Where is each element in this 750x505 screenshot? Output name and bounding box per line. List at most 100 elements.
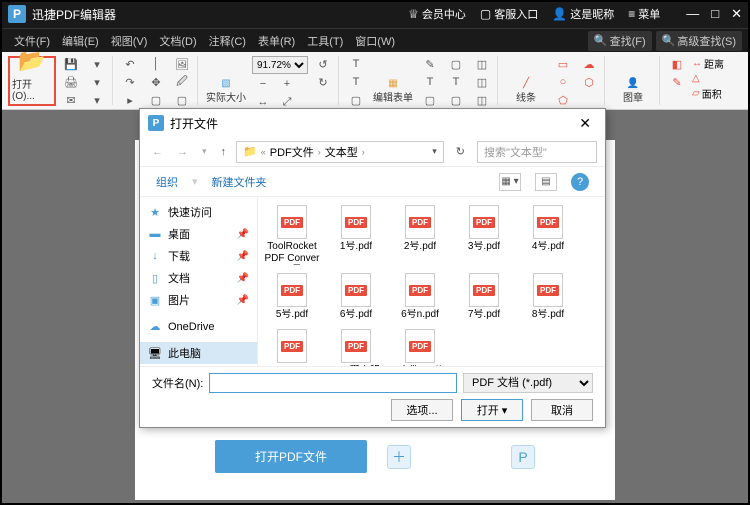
file-item[interactable]: PDFToolRocket PDF Converter_6号_Ge... — [262, 203, 322, 267]
menu-window[interactable]: 窗口(W) — [349, 33, 401, 49]
dialog-open-button[interactable]: 打开 ▾ — [461, 399, 523, 421]
file-item[interactable]: PDF8号.pdf — [518, 271, 578, 323]
new-folder-button[interactable]: 新建文件夹 — [212, 174, 267, 190]
tool-btn-b[interactable]: ▾ — [86, 74, 108, 90]
tool-btn-c[interactable]: ▾ — [86, 92, 108, 108]
save-button[interactable]: 💾 — [60, 56, 82, 72]
rotate-right-button[interactable]: ↻ — [312, 74, 334, 90]
file-item[interactable]: PDF文件1.pdf — [390, 327, 450, 366]
draw-button[interactable]: ✎ — [666, 74, 688, 90]
dialog-cancel-button[interactable]: 取消 — [531, 399, 593, 421]
nickname-link[interactable]: 👤这是昵称 — [552, 6, 614, 22]
redo-button[interactable]: ↷ — [119, 74, 141, 90]
annot-b[interactable]: T — [419, 74, 441, 90]
undo-button[interactable]: ↶ — [119, 56, 141, 72]
filetype-select[interactable]: PDF 文档 (*.pdf) — [463, 373, 593, 393]
file-item[interactable]: PDFPDFsam_merge.pdf — [262, 327, 322, 366]
annot-i[interactable]: ◫ — [471, 92, 493, 108]
breadcrumb[interactable]: 📁 « PDF文件 › 文本型 › ▾ — [236, 141, 444, 163]
p-button[interactable]: P — [511, 445, 535, 469]
tool-g[interactable]: ▢ — [145, 92, 167, 108]
annot-f[interactable]: ▢ — [445, 92, 467, 108]
file-item[interactable]: PDF1号.pdf — [326, 203, 386, 267]
advanced-find-button[interactable]: 🔍高级查找(S) — [656, 31, 742, 51]
tool-d[interactable]: ▸ — [119, 92, 141, 108]
add-button[interactable]: ＋ — [387, 445, 411, 469]
file-item[interactable]: PDF6号n.pdf — [390, 271, 450, 323]
file-item[interactable]: PDF4号.pdf — [518, 203, 578, 267]
menu-view[interactable]: 视图(V) — [105, 33, 154, 49]
sidebar-documents[interactable]: ▯文档📌 — [140, 267, 257, 289]
file-item[interactable]: PDF7号.pdf — [454, 271, 514, 323]
annot-a[interactable]: ✎ — [419, 56, 441, 72]
find-button[interactable]: 🔍查找(F) — [588, 31, 652, 51]
nav-dropdown[interactable]: ▾ — [198, 146, 211, 157]
shape-rect[interactable]: ▭ — [552, 56, 574, 72]
text-tool-a[interactable]: T — [345, 56, 367, 72]
tool-btn-a[interactable]: ▾ — [86, 56, 108, 72]
sidebar-quick-access[interactable]: ★快速访问 — [140, 201, 257, 223]
rotate-left-button[interactable]: ↺ — [312, 56, 334, 72]
zoom-out-button[interactable]: − — [252, 76, 274, 92]
shape-x[interactable]: ⬡ — [578, 74, 600, 90]
mail-button[interactable]: ✉ — [60, 92, 82, 108]
sidebar-desktop[interactable]: ▬桌面📌 — [140, 223, 257, 245]
tool-f[interactable]: ✥ — [145, 74, 167, 90]
shape-cloud[interactable]: ☁ — [578, 56, 600, 72]
file-item[interactable]: PDF6号.pdf — [326, 271, 386, 323]
sidebar-onedrive[interactable]: ☁OneDrive — [140, 317, 257, 336]
chevron-down-icon[interactable]: ▾ — [432, 146, 437, 157]
tool-h[interactable]: 🖼 — [171, 56, 193, 72]
shape-poly[interactable]: ⬠ — [552, 92, 574, 108]
lines-button[interactable]: ╱ 线条 — [504, 56, 548, 106]
sidebar-downloads[interactable]: ↓下载📌 — [140, 245, 257, 267]
organize-button[interactable]: 组织 — [156, 174, 178, 190]
annot-c[interactable]: ▢ — [419, 92, 441, 108]
sidebar-thispc[interactable]: 🖥此电脑 — [140, 342, 257, 364]
refresh-button[interactable]: ↻ — [450, 145, 471, 158]
filename-input[interactable] — [209, 373, 457, 393]
options-button[interactable]: 选项... — [391, 399, 453, 421]
dialog-close-button[interactable]: ✕ — [573, 115, 597, 132]
annot-e[interactable]: T — [445, 74, 467, 90]
nav-up-button[interactable]: ↑ — [217, 146, 231, 158]
annot-g[interactable]: ◫ — [471, 56, 493, 72]
annot-d[interactable]: ▢ — [445, 56, 467, 72]
zoom-select[interactable]: 91.72% — [252, 56, 308, 74]
annot-h[interactable]: ◫ — [471, 74, 493, 90]
file-item[interactable]: PDF5号.pdf — [262, 271, 322, 323]
member-center-link[interactable]: ♕会员中心 — [408, 6, 466, 22]
tool-e[interactable]: │ — [145, 56, 167, 72]
text-tool-c[interactable]: ▢ — [345, 92, 367, 108]
menu-annotate[interactable]: 注释(C) — [203, 33, 252, 49]
zoom-in-button[interactable]: + — [276, 76, 298, 92]
text-tool-b[interactable]: T — [345, 74, 367, 90]
minimize-button[interactable]: — — [686, 6, 699, 22]
service-link[interactable]: ▢客服入口 — [480, 6, 538, 22]
shape-circle[interactable]: ○ — [552, 74, 574, 90]
menu-document[interactable]: 文档(D) — [153, 33, 202, 49]
edit-form-button[interactable]: ▦ 编辑表单 — [371, 56, 415, 106]
eraser-button[interactable]: ◧ — [666, 56, 688, 72]
tool-j[interactable]: ▢ — [171, 92, 193, 108]
view-list-button[interactable]: ▤ — [535, 173, 557, 191]
menu-edit[interactable]: 编辑(E) — [56, 33, 105, 49]
open-button[interactable]: 📂 打开(O)... — [8, 56, 56, 106]
nav-forward-button[interactable]: → — [173, 146, 192, 158]
print-button[interactable]: 🖨 — [60, 74, 82, 90]
tool-i[interactable]: 🖉 — [171, 74, 193, 90]
menu-file[interactable]: 文件(F) — [8, 33, 56, 49]
file-item[interactable]: PDF2号.pdf — [390, 203, 450, 267]
dialog-search-input[interactable]: 搜索"文本型" — [477, 141, 597, 163]
help-button[interactable]: ? — [571, 173, 589, 191]
menu-tools[interactable]: 工具(T) — [301, 33, 349, 49]
open-pdf-file-button[interactable]: 打开PDF文件 — [215, 440, 367, 473]
file-item[interactable]: PDF3号.pdf — [454, 203, 514, 267]
sidebar-pictures[interactable]: ▣图片📌 — [140, 289, 257, 311]
menu-form[interactable]: 表单(R) — [252, 33, 301, 49]
stamps-button[interactable]: 👤 图章 — [611, 56, 655, 106]
nav-back-button[interactable]: ← — [148, 146, 167, 158]
real-size-button[interactable]: ▧ 实际大小 — [204, 56, 248, 106]
file-item[interactable]: PDFPDF带水印.pdf — [326, 327, 386, 366]
view-icons-button[interactable]: ▦ ▾ — [499, 173, 521, 191]
